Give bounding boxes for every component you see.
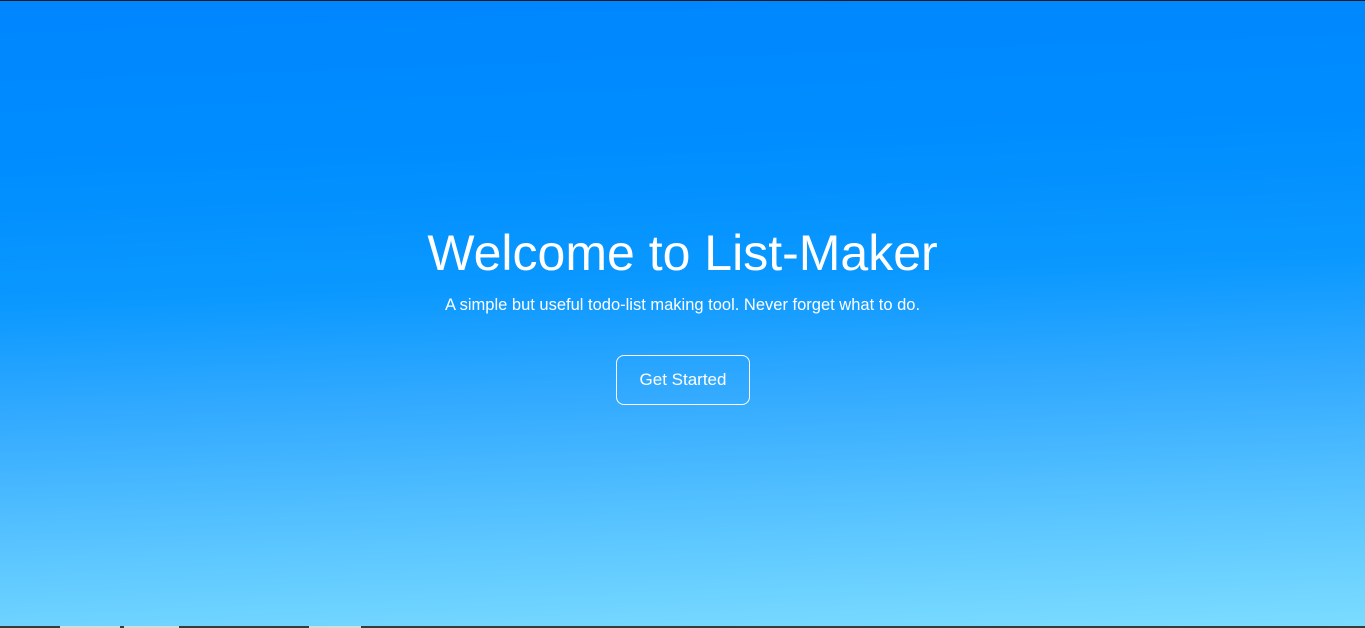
page-title: Welcome to List-Maker: [427, 225, 938, 281]
get-started-button[interactable]: Get Started: [616, 355, 750, 405]
hero-section: Welcome to List-Maker A simple but usefu…: [0, 1, 1365, 626]
hero-subtitle: A simple but useful todo-list making too…: [444, 296, 921, 314]
